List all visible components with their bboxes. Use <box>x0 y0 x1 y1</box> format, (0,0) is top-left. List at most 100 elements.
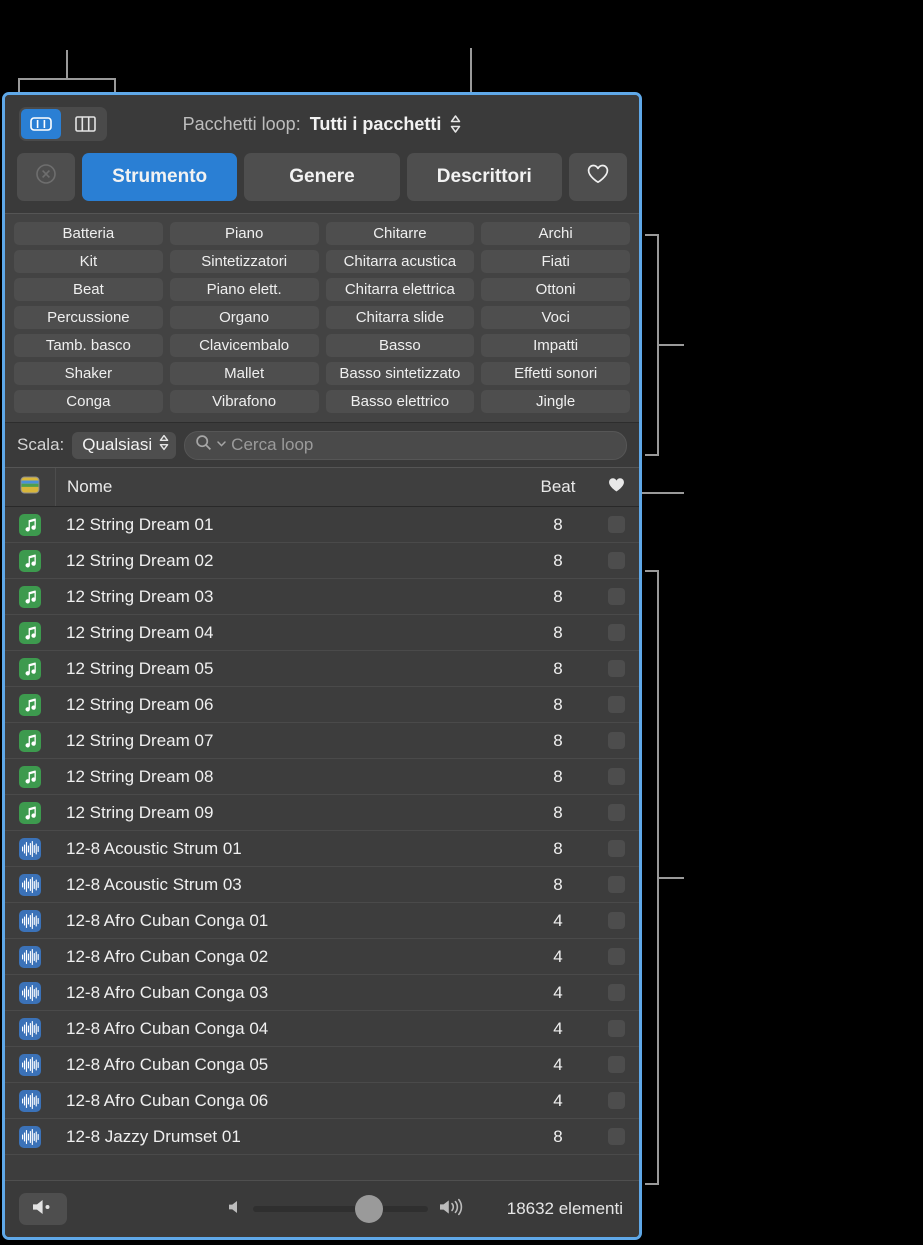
tab-strumento[interactable]: Strumento <box>82 153 238 201</box>
volume-track[interactable] <box>253 1195 428 1223</box>
row-name: 12 String Dream 05 <box>66 658 214 678</box>
keyword-button[interactable]: Chitarra acustica <box>325 250 475 273</box>
keyword-button[interactable]: Chitarra elettrica <box>325 278 475 301</box>
keyword-button[interactable]: Batteria <box>14 222 163 245</box>
keyword-button[interactable]: Basso sintetizzato <box>325 362 475 385</box>
checkbox-box <box>607 1092 625 1109</box>
row-favorite-checkbox[interactable] <box>593 804 639 821</box>
row-favorite-checkbox[interactable] <box>593 912 639 929</box>
chevron-updown-icon[interactable] <box>450 114 461 134</box>
keyword-button[interactable]: Beat <box>14 278 163 301</box>
table-row[interactable]: 12-8 Acoustic Strum 03 8 <box>5 867 639 903</box>
row-favorite-checkbox[interactable] <box>593 876 639 893</box>
table-row[interactable]: 12 String Dream 04 8 <box>5 615 639 651</box>
row-favorite-checkbox[interactable] <box>593 984 639 1001</box>
keyword-button[interactable]: Conga <box>14 390 163 413</box>
table-row[interactable]: 12 String Dream 03 8 <box>5 579 639 615</box>
row-favorite-checkbox[interactable] <box>593 696 639 713</box>
row-favorite-checkbox[interactable] <box>593 1056 639 1073</box>
row-favorite-checkbox[interactable] <box>593 840 639 857</box>
row-name: 12 String Dream 01 <box>66 514 214 534</box>
keyword-button[interactable]: Archi <box>481 222 630 245</box>
table-row[interactable]: 12 String Dream 09 8 <box>5 795 639 831</box>
keyword-button[interactable]: Jingle <box>481 390 630 413</box>
keyword-button[interactable]: Shaker <box>14 362 163 385</box>
reset-filters-button[interactable] <box>17 153 75 201</box>
callout-keywords-stem <box>657 344 684 346</box>
view-mode-toggle[interactable] <box>19 107 107 141</box>
row-favorite-checkbox[interactable] <box>593 768 639 785</box>
loop-packages-value: Tutti i pacchetti <box>309 113 442 134</box>
table-row[interactable]: 12-8 Jazzy Drumset 01 8 <box>5 1119 639 1155</box>
row-favorite-checkbox[interactable] <box>593 624 639 641</box>
keyword-button[interactable]: Chitarre <box>325 222 475 245</box>
table-row[interactable]: 12-8 Afro Cuban Conga 03 4 <box>5 975 639 1011</box>
row-favorite-checkbox[interactable] <box>593 660 639 677</box>
search-magnifier-icon[interactable] <box>195 434 212 456</box>
keyword-button[interactable]: Piano <box>169 222 319 245</box>
table-row[interactable]: 12-8 Afro Cuban Conga 06 4 <box>5 1083 639 1119</box>
column-header-type[interactable] <box>5 468 56 506</box>
midi-note-icon <box>19 657 41 680</box>
keyword-button[interactable]: Basso elettrico <box>325 390 475 413</box>
column-view-icon[interactable] <box>65 109 105 139</box>
keyword-button[interactable]: Impatti <box>481 334 630 357</box>
audio-wave-icon <box>19 837 41 860</box>
keyword-button[interactable]: Voci <box>481 306 630 329</box>
row-favorite-checkbox[interactable] <box>593 588 639 605</box>
preview-volume-slider[interactable] <box>227 1195 468 1223</box>
table-row[interactable]: 12 String Dream 06 8 <box>5 687 639 723</box>
keyword-button[interactable]: Kit <box>14 250 163 273</box>
callout-keywords-top <box>645 234 659 236</box>
keyword-button[interactable]: Fiati <box>481 250 630 273</box>
row-beat: 8 <box>553 586 563 606</box>
row-name: 12-8 Afro Cuban Conga 02 <box>66 946 269 966</box>
keyword-button[interactable]: Tamb. basco <box>14 334 163 357</box>
search-input[interactable]: Cerca loop <box>184 430 627 460</box>
scale-select[interactable]: Qualsiasi <box>72 431 177 459</box>
preview-mute-button[interactable] <box>19 1193 67 1225</box>
row-favorite-checkbox[interactable] <box>593 1020 639 1037</box>
checkbox-box <box>607 552 625 569</box>
table-row[interactable]: 12 String Dream 07 8 <box>5 723 639 759</box>
keyword-button[interactable]: Percussione <box>14 306 163 329</box>
keyword-button[interactable]: Ottoni <box>481 278 630 301</box>
table-row[interactable]: 12-8 Afro Cuban Conga 02 4 <box>5 939 639 975</box>
tab-descrittori[interactable]: Descrittori <box>406 153 562 201</box>
keyword-button[interactable]: Effetti sonori <box>481 362 630 385</box>
keyword-button[interactable]: Vibrafono <box>169 390 319 413</box>
keyword-button[interactable]: Piano elett. <box>169 278 319 301</box>
midi-note-icon <box>19 729 41 752</box>
row-favorite-checkbox[interactable] <box>593 552 639 569</box>
favorites-filter-button[interactable] <box>568 153 627 201</box>
row-favorite-checkbox[interactable] <box>593 1128 639 1145</box>
row-type-icon-cell <box>5 693 55 716</box>
table-row[interactable]: 12-8 Acoustic Strum 01 8 <box>5 831 639 867</box>
keyword-button[interactable]: Organo <box>169 306 319 329</box>
column-header-name[interactable]: Nome <box>56 477 523 497</box>
audio-wave-icon <box>19 945 41 968</box>
table-row[interactable]: 12 String Dream 05 8 <box>5 651 639 687</box>
row-favorite-checkbox[interactable] <box>593 732 639 749</box>
table-row[interactable]: 12 String Dream 08 8 <box>5 759 639 795</box>
table-row[interactable]: 12 String Dream 02 8 <box>5 543 639 579</box>
row-favorite-checkbox[interactable] <box>593 516 639 533</box>
tab-genere[interactable]: Genere <box>244 153 400 201</box>
column-header-favorite[interactable] <box>593 476 639 499</box>
keyword-button[interactable]: Mallet <box>169 362 319 385</box>
column-header-beat[interactable]: Beat <box>523 477 593 497</box>
keyword-button[interactable]: Chitarra slide <box>325 306 475 329</box>
row-favorite-checkbox[interactable] <box>593 1092 639 1109</box>
volume-knob[interactable] <box>355 1195 383 1223</box>
table-row[interactable]: 12-8 Afro Cuban Conga 01 4 <box>5 903 639 939</box>
table-row[interactable]: 12-8 Afro Cuban Conga 04 4 <box>5 1011 639 1047</box>
row-favorite-checkbox[interactable] <box>593 948 639 965</box>
keyword-button[interactable]: Basso <box>325 334 475 357</box>
grid-view-icon[interactable] <box>21 109 61 139</box>
keyword-button[interactable]: Sintetizzatori <box>169 250 319 273</box>
chevron-down-icon[interactable] <box>216 436 227 454</box>
table-row[interactable]: 12-8 Afro Cuban Conga 05 4 <box>5 1047 639 1083</box>
table-row[interactable]: 12 String Dream 01 8 <box>5 507 639 543</box>
keyword-button[interactable]: Clavicembalo <box>169 334 319 357</box>
loop-list[interactable]: 12 String Dream 01 8 12 String Dream 02 8 12… <box>5 507 639 1180</box>
